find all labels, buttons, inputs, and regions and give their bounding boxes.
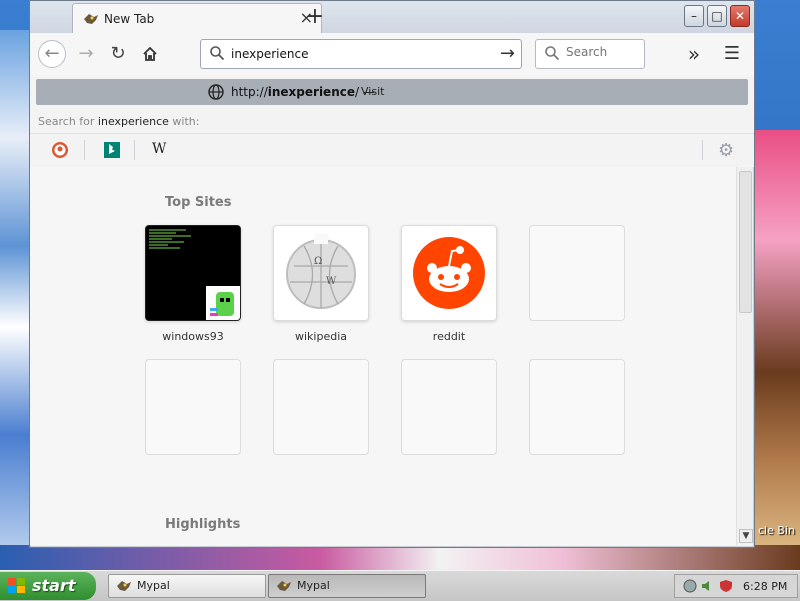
taskbar: start Mypal Mypal 6:28 PM (0, 570, 800, 601)
taskbar-item-label: Mypal (297, 579, 330, 592)
browser-window: New Tab × + – □ ✕ ← → ↻ → (29, 0, 755, 548)
one-off-search-engines: W ⚙ (30, 133, 754, 166)
gear-icon[interactable]: ⚙ (718, 140, 734, 161)
wikipedia-globe-icon: Ω W (286, 234, 356, 309)
scroll-down-arrow-icon[interactable]: ▼ (739, 529, 753, 543)
mypal-icon (277, 581, 291, 591)
globe-icon (208, 84, 224, 100)
vertical-scrollbar[interactable]: ▼ (736, 167, 753, 545)
duckduckgo-icon[interactable] (50, 141, 70, 159)
svg-text:W: W (326, 276, 337, 287)
tab-title: New Tab (104, 12, 155, 26)
taskbar-item-mypal-active[interactable]: Mypal (268, 574, 426, 598)
recycle-bin-label[interactable]: cle Bin (758, 524, 800, 537)
engine-separator (134, 140, 135, 160)
top-site-empty[interactable] (401, 359, 497, 455)
suggestion-row[interactable]: http://inexperience/ — Visit (36, 79, 748, 105)
close-window-button[interactable]: ✕ (730, 5, 750, 27)
url-input[interactable] (231, 44, 491, 64)
system-tray: 6:28 PM (674, 574, 798, 598)
back-button[interactable]: ← (38, 40, 66, 68)
minimize-button[interactable]: – (684, 5, 704, 27)
top-site-reddit[interactable] (401, 225, 497, 321)
top-site-label: wikipedia (294, 330, 347, 343)
tab-new-tab[interactable]: New Tab × (72, 3, 322, 33)
desktop-wallpaper-right (752, 130, 800, 570)
wikipedia-icon[interactable]: W (152, 141, 172, 159)
overflow-chevron-icon[interactable]: » (682, 40, 706, 68)
suggestion-url: http://inexperience/ — (231, 85, 375, 99)
top-site-label: windows93 (162, 330, 224, 343)
engine-separator (702, 140, 703, 160)
title-bar: New Tab × + – □ ✕ (30, 1, 754, 33)
forward-button[interactable]: → (72, 40, 100, 68)
mypal-favicon-icon (84, 14, 98, 24)
taskbar-item-mypal[interactable]: Mypal (108, 574, 266, 598)
home-button[interactable] (136, 40, 164, 68)
highlights-heading: Highlights (165, 517, 241, 532)
windows93-thumbnail (146, 226, 240, 320)
start-button[interactable]: start (0, 572, 96, 600)
new-tab-page: Top Sites windows93 Ω W wikipedia reddit… (30, 167, 736, 545)
reddit-icon (413, 237, 485, 309)
bing-icon[interactable] (102, 141, 122, 159)
suggestion-action: Visit (361, 85, 385, 98)
desktop-wallpaper-bottom (0, 545, 800, 570)
nav-toolbar: ← → ↻ → » ☰ (30, 33, 754, 76)
maximize-button[interactable]: □ (707, 5, 727, 27)
reload-button[interactable]: ↻ (104, 40, 132, 68)
mypal-icon (117, 581, 131, 591)
go-arrow-icon[interactable]: → (500, 43, 515, 64)
taskbar-clock: 6:28 PM (743, 580, 788, 593)
windows-flag-icon (8, 578, 25, 593)
autocomplete-popup: http://inexperience/ — Visit Search for … (30, 75, 754, 168)
top-site-empty[interactable] (145, 359, 241, 455)
security-shield-icon[interactable] (719, 579, 733, 593)
new-tab-button[interactable]: + (300, 1, 330, 33)
home-icon (143, 46, 157, 61)
top-site-windows93[interactable] (145, 225, 241, 321)
hamburger-menu-icon[interactable]: ☰ (720, 40, 744, 68)
top-site-empty[interactable] (273, 359, 369, 455)
search-input[interactable] (566, 45, 641, 59)
svg-text:Ω: Ω (314, 256, 322, 267)
volume-icon[interactable] (701, 579, 715, 593)
search-icon (545, 46, 560, 61)
search-box[interactable] (535, 39, 645, 69)
top-site-wikipedia[interactable]: Ω W (273, 225, 369, 321)
url-bar[interactable]: → (200, 39, 522, 69)
top-site-label: reddit (432, 330, 466, 343)
search-for-label: Search for inexperience with: (38, 115, 200, 128)
network-icon[interactable] (683, 579, 697, 593)
engine-separator (84, 140, 85, 160)
scrollbar-thumb[interactable] (739, 171, 752, 313)
start-label: start (32, 576, 76, 595)
taskbar-item-label: Mypal (137, 579, 170, 592)
search-icon (210, 46, 225, 61)
top-sites-heading: Top Sites (165, 195, 232, 210)
top-site-empty[interactable] (529, 225, 625, 321)
top-site-empty[interactable] (529, 359, 625, 455)
